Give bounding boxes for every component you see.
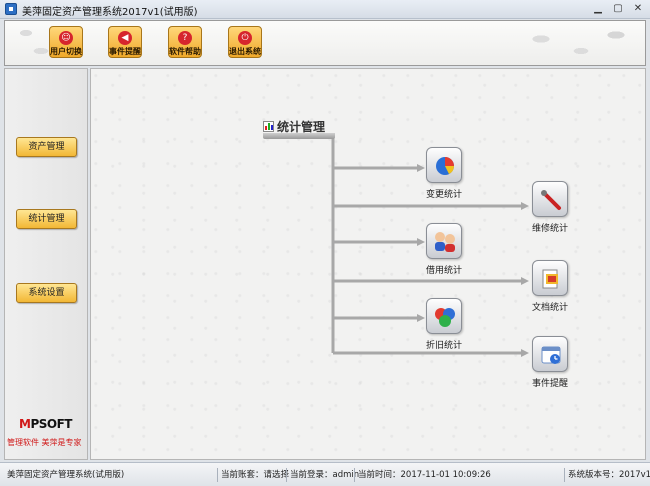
depreciation-statistics-node[interactable]: 折旧统计 [414, 298, 474, 351]
status-app-name: 美萍固定资产管理系统(试用版) [7, 470, 125, 480]
sidebar: 资产管理 统计管理 系统设置 MPSOFT 管理软件 美萍是专家 [4, 68, 88, 460]
minimize-button[interactable]: ▁ [588, 2, 608, 16]
user-switch-label: 用户切换 [50, 47, 82, 56]
title-bar: 美萍固定资产管理系统2017v1(试用版) ▁ ▢ ✕ [0, 0, 650, 19]
exit-system-label: 退出系统 [229, 47, 261, 56]
window-title: 美萍固定资产管理系统2017v1(试用版) [22, 7, 198, 18]
status-account-set: 当前账套：请选择 [217, 468, 289, 482]
document-statistics-label: 文档统计 [531, 303, 568, 313]
status-version: 系统版本号：2017v1 [564, 468, 650, 482]
status-login-user: 当前登录：admin [286, 468, 359, 482]
document-statistics-node[interactable]: 文档统计 [520, 260, 580, 313]
statistics-section-title: 统计管理 [263, 119, 335, 139]
slogan: 管理软件 美萍是专家 [7, 438, 82, 447]
software-help-label: 软件帮助 [169, 47, 201, 56]
borrow-statistics-node[interactable]: 借用统计 [414, 223, 474, 276]
software-help-button[interactable]: ? 软件帮助 [160, 26, 210, 60]
maximize-button[interactable]: ▢ [608, 2, 628, 16]
borrow-statistics-label: 借用统计 [425, 266, 462, 276]
event-reminder-label: 事件提醒 [531, 379, 568, 389]
sidebar-item-statistics-management[interactable]: 统计管理 [16, 209, 77, 229]
change-statistics-label: 变更统计 [425, 190, 462, 200]
status-current-time: 当前时间：2017-11-01 10:09:26 [354, 468, 491, 482]
event-reminder-button[interactable]: ◀ 事件提醒 [100, 26, 150, 60]
close-button[interactable]: ✕ [628, 2, 648, 16]
pie-chart-icon [426, 147, 462, 183]
event-clock-icon [532, 336, 568, 372]
main-panel: 统计管理 变更统计 维修统计 借用统计 文档统计 折旧统计 事件提醒 [90, 68, 646, 460]
user-switch-button[interactable]: ☺ 用户切换 [41, 26, 91, 60]
event-reminder-label: 事件提醒 [109, 47, 141, 56]
repair-statistics-node[interactable]: 维修统计 [520, 181, 580, 234]
document-icon [532, 260, 568, 296]
mpsoft-logo: MPSOFT [19, 417, 72, 431]
event-reminder-node[interactable]: 事件提醒 [520, 336, 580, 389]
sidebar-item-system-settings[interactable]: 系统设置 [16, 283, 77, 303]
exit-system-button[interactable]: ⏻ 退出系统 [220, 26, 270, 60]
repair-tool-icon [532, 181, 568, 217]
depreciation-statistics-label: 折旧统计 [425, 341, 462, 351]
repair-statistics-label: 维修统计 [531, 224, 568, 234]
toolbar: ☺ 用户切换 ◀ 事件提醒 ? 软件帮助 ⏻ 退出系统 [4, 20, 646, 66]
borrow-users-icon [426, 223, 462, 259]
status-bar: 美萍固定资产管理系统(试用版) 当前账套：请选择 当前登录：admin 当前时间… [0, 462, 650, 486]
bar-chart-icon [263, 121, 274, 132]
depreciation-icon [426, 298, 462, 334]
sidebar-item-asset-management[interactable]: 资产管理 [16, 137, 77, 157]
change-statistics-node[interactable]: 变更统计 [414, 147, 474, 200]
app-icon [5, 3, 17, 15]
